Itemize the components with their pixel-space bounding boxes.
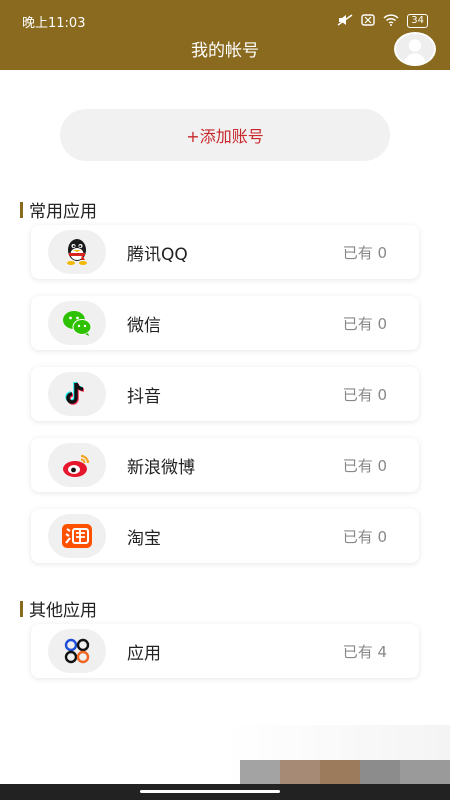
- section-title-label: 其他应用: [29, 601, 97, 621]
- app-name: 微信: [127, 315, 161, 336]
- wechat-icon: [48, 301, 106, 345]
- account-count: 已有 0: [342, 314, 387, 333]
- battery-icon: 34: [407, 14, 428, 28]
- section-title-other: 其他应用: [20, 596, 97, 621]
- section-title-common: 常用应用: [20, 197, 97, 222]
- taobao-icon: [48, 514, 106, 558]
- page-title: 我的帐号: [191, 41, 259, 61]
- section-bar: [20, 600, 23, 617]
- avatar[interactable]: [394, 32, 436, 66]
- header-bar: 晚上11:03 34 我的帐号: [0, 0, 450, 70]
- app-name: 腾讯QQ: [127, 244, 188, 265]
- status-bar: 晚上11:03 34: [22, 12, 428, 31]
- account-count: 已有 0: [342, 385, 387, 404]
- home-gesture-handle[interactable]: [140, 790, 280, 793]
- account-count: 已有 0: [342, 243, 387, 262]
- section-bar: [20, 201, 23, 218]
- mute-icon: [337, 13, 353, 29]
- status-time: 晚上11:03: [22, 15, 86, 31]
- account-count: 已有 4: [342, 642, 387, 661]
- qq-icon: [48, 230, 106, 274]
- wifi-icon: [383, 13, 399, 29]
- app-name: 应用: [127, 643, 161, 664]
- apps-icon: [48, 629, 106, 673]
- account-count: 已有 0: [342, 456, 387, 475]
- app-name: 淘宝: [127, 528, 161, 549]
- list-item-taobao[interactable]: 淘宝 已有 0: [31, 509, 419, 563]
- no-sim-icon: [361, 13, 375, 29]
- add-account-button[interactable]: +添加账号: [60, 109, 390, 161]
- list-item-weibo[interactable]: 新浪微博 已有 0: [31, 438, 419, 492]
- section-title-label: 常用应用: [29, 202, 97, 222]
- account-count: 已有 0: [342, 527, 387, 546]
- list-item-qq[interactable]: 腾讯QQ 已有 0: [31, 225, 419, 279]
- douyin-icon: [48, 372, 106, 416]
- status-icons: 34: [337, 13, 428, 29]
- weibo-icon: [48, 443, 106, 487]
- list-item-apps[interactable]: 应用 已有 4: [31, 624, 419, 678]
- app-name: 新浪微博: [127, 457, 195, 478]
- list-item-wechat[interactable]: 微信 已有 0: [31, 296, 419, 350]
- app-name: 抖音: [127, 386, 161, 407]
- user-avatar-icon: [396, 34, 434, 64]
- list-item-douyin[interactable]: 抖音 已有 0: [31, 367, 419, 421]
